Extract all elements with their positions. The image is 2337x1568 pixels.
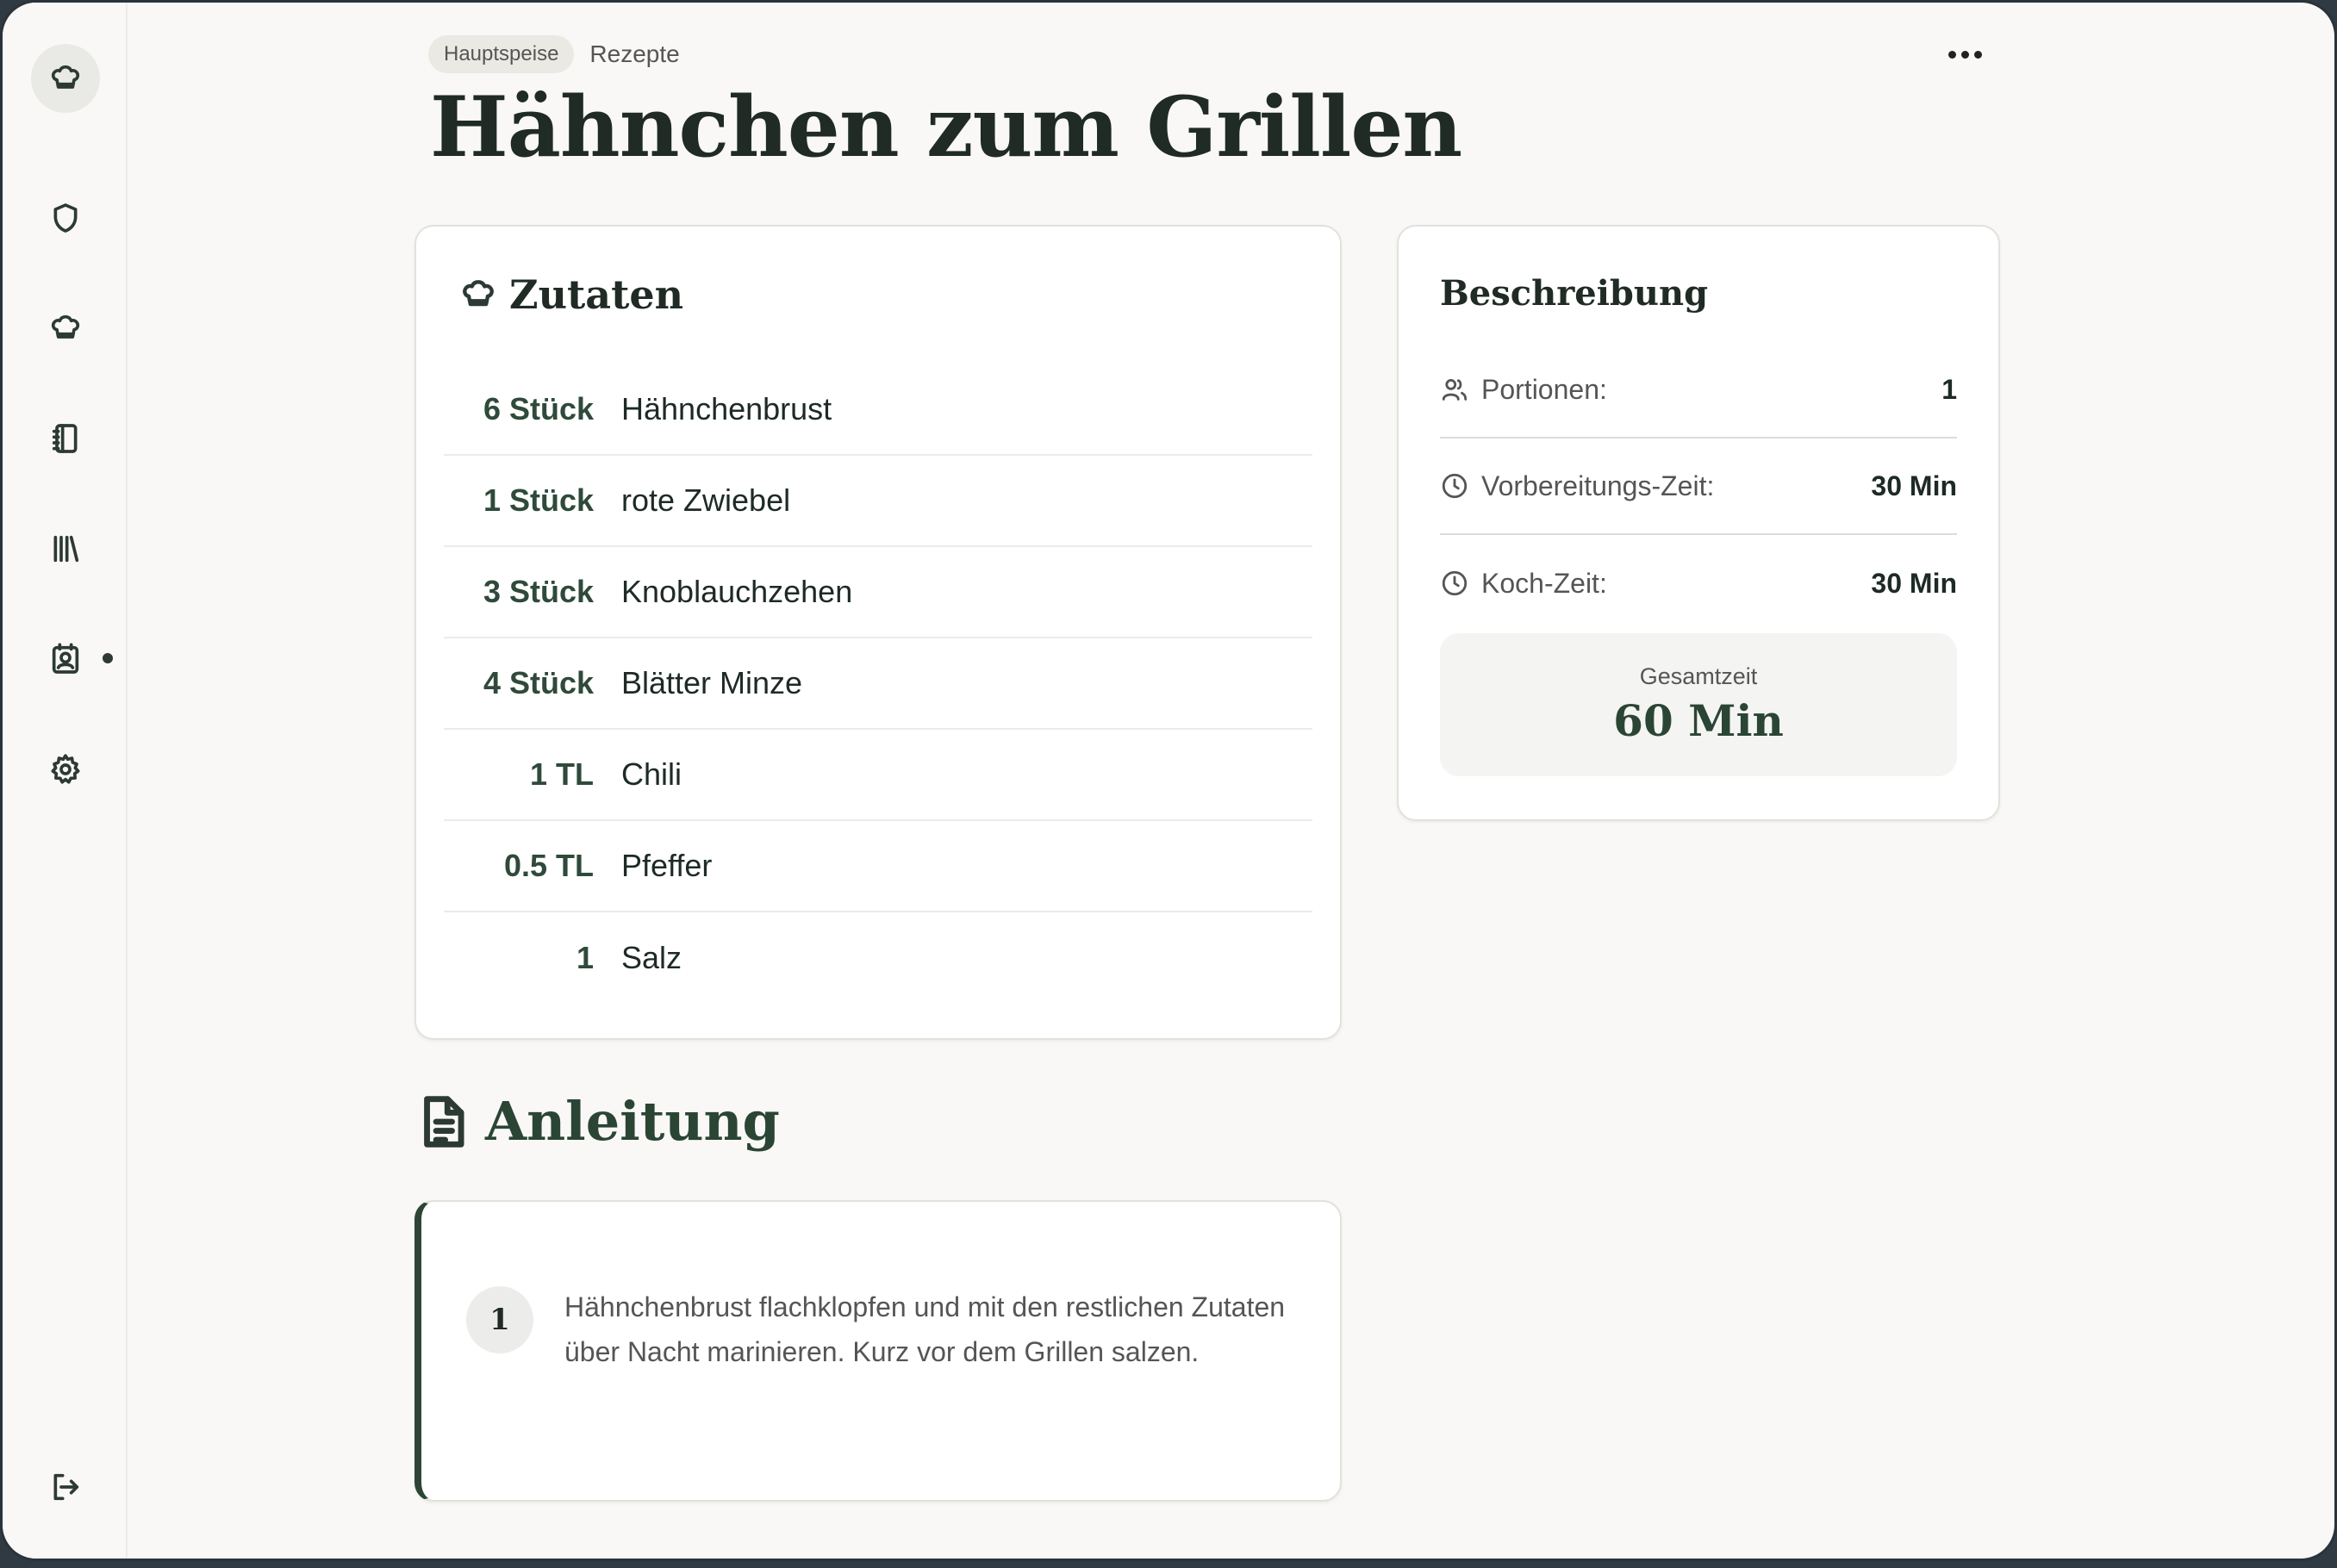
total-time-label: Gesamtzeit <box>1639 663 1758 689</box>
document-icon <box>424 1095 464 1148</box>
ingredient-amount: 4 Stück <box>483 665 594 700</box>
category-chip[interactable]: Hauptspeise <box>428 35 575 73</box>
cook-time-value: 30 Min <box>1871 567 1957 599</box>
sidebar-item-settings[interactable] <box>31 735 100 804</box>
ingredient-name: Salz <box>621 940 682 975</box>
step-card: 1 Hähnchenbrust flachklopfen und mit den… <box>414 1200 1342 1502</box>
sidebar-item-library[interactable] <box>31 514 100 583</box>
instructions-title: Anleitung <box>485 1090 780 1153</box>
description-card: Beschreibung Portionen: 1 Vorbereitungs-… <box>1397 225 2000 821</box>
cook-time-label: Koch-Zeit: <box>1481 567 1607 599</box>
ingredient-name: Blätter Minze <box>621 665 803 700</box>
sidebar-item-recipes[interactable] <box>31 294 100 363</box>
breadcrumb: Hauptspeise Rezepte <box>428 35 680 73</box>
servings-label: Portionen: <box>1481 373 1607 405</box>
ingredient-name: Knoblauchzehen <box>621 574 853 609</box>
prep-time-value: 30 Min <box>1871 470 1957 501</box>
ingredient-amount: 1 <box>576 940 594 975</box>
ingredients-title: Zutaten <box>509 271 684 318</box>
ingredient-amount: 1 Stück <box>483 482 594 518</box>
prep-time-label: Vorbereitungs-Zeit: <box>1481 470 1715 501</box>
notebook-icon <box>52 424 78 453</box>
ingredient-name: Chili <box>621 756 682 792</box>
page-title: Hähnchen zum Grillen <box>430 78 1462 176</box>
dot-icon <box>1973 50 1982 59</box>
ingredient-amount: 1 TL <box>529 756 594 792</box>
ingredient-row: 0.5 TL Pfeffer <box>444 821 1312 912</box>
clock-icon <box>1442 570 1468 596</box>
sidebar-item-shield[interactable] <box>31 184 100 252</box>
dot-icon <box>1948 50 1956 59</box>
sidebar-item-contacts[interactable] <box>31 625 100 694</box>
clock-icon <box>1442 473 1468 499</box>
prep-time-label-wrap: Vorbereitungs-Zeit: <box>1440 470 1714 502</box>
ingredient-row: 3 Stück Knoblauchzehen <box>444 547 1312 638</box>
ingredient-amount: 6 Stück <box>483 391 594 426</box>
dot-icon <box>1960 50 1969 59</box>
chef-hat-icon <box>51 314 80 339</box>
chef-hat-icon <box>463 280 494 307</box>
logout-icon <box>53 1473 79 1501</box>
sidebar-item-home[interactable] <box>31 44 100 113</box>
chef-hat-icon <box>51 65 80 89</box>
library-icon <box>53 535 79 563</box>
ingredient-row: 6 Stück Hähnchenbrust <box>444 364 1312 456</box>
ingredient-name: Pfeffer <box>621 848 713 883</box>
ingredients-card: Zutaten 6 Stück Hähnchenbrust 1 Stück ro… <box>414 225 1342 1040</box>
ingredient-row: 1 TL Chili <box>444 730 1312 821</box>
ingredient-amount: 0.5 TL <box>503 848 594 883</box>
ingredient-amount: 3 Stück <box>483 574 594 609</box>
ingredient-name: Hähnchenbrust <box>621 391 832 426</box>
servings-row: Portionen: 1 <box>1440 342 1957 439</box>
ingredient-name: rote Zwiebel <box>621 482 791 518</box>
gear-icon <box>51 754 80 784</box>
breadcrumb-recipes[interactable]: Rezepte <box>589 40 679 68</box>
ingredient-row: 4 Stück Blätter Minze <box>444 638 1312 730</box>
ingredient-row: 1 Stück rote Zwiebel <box>444 456 1312 547</box>
more-options-button[interactable] <box>1941 37 1988 72</box>
step-text: Hähnchenbrust flachklopfen und mit den r… <box>564 1291 1286 1367</box>
shield-icon <box>53 203 78 233</box>
active-indicator-dot <box>103 653 113 663</box>
cook-time-row: Koch-Zeit: 30 Min <box>1440 535 1957 632</box>
prep-time-row: Vorbereitungs-Zeit: 30 Min <box>1440 439 1957 535</box>
step-number: 1 <box>466 1286 533 1353</box>
instructions-header: Anleitung <box>418 1090 780 1153</box>
sidebar-item-notebook[interactable] <box>31 404 100 473</box>
servings-label-wrap: Portionen: <box>1440 374 1607 406</box>
servings-value: 1 <box>1941 373 1957 405</box>
users-icon <box>1442 378 1468 401</box>
sidebar-item-logout[interactable] <box>31 1453 100 1521</box>
sidebar <box>3 3 128 1559</box>
ingredient-row: 1 Salz <box>444 912 1312 1004</box>
contact-icon <box>52 643 79 674</box>
app-window: Hauptspeise Rezepte Hähnchen zum Grillen… <box>0 0 2337 1561</box>
total-time-box: Gesamtzeit 60 Min <box>1440 633 1957 776</box>
ingredients-header: Zutaten <box>459 271 683 318</box>
cook-time-label-wrap: Koch-Zeit: <box>1440 568 1607 600</box>
description-title: Beschreibung <box>1440 273 1709 314</box>
ingredient-list: 6 Stück Hähnchenbrust 1 Stück rote Zwieb… <box>444 364 1312 1004</box>
total-time-value: 60 Min <box>1613 695 1784 746</box>
